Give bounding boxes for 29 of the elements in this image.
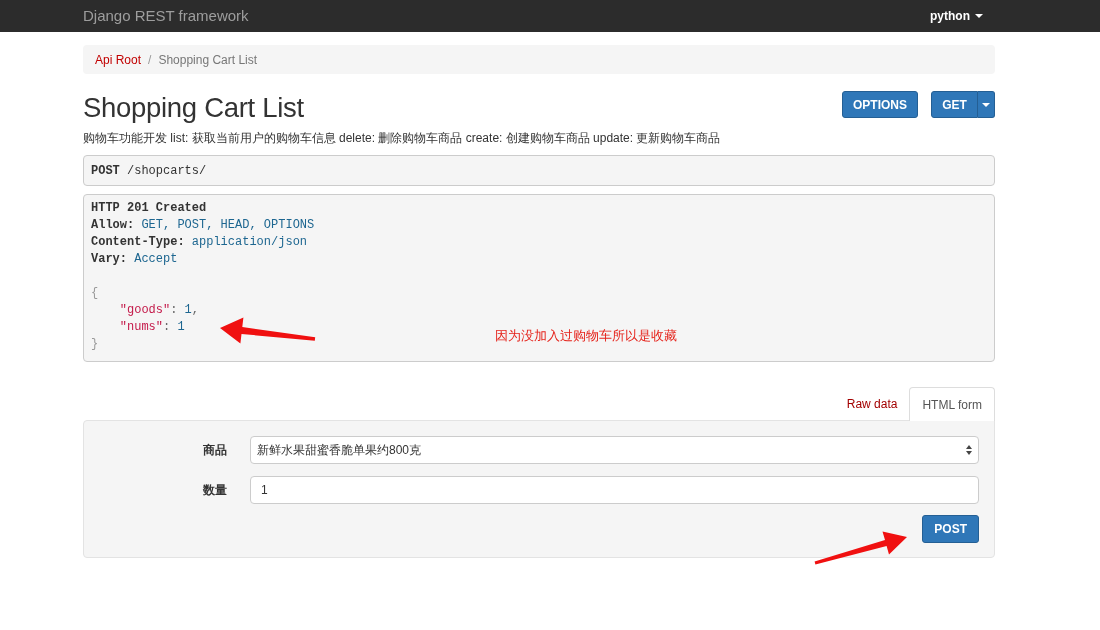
options-button[interactable]: OPTIONS: [842, 91, 918, 118]
status-line: HTTP 201 Created: [91, 200, 207, 217]
json-line: }: [91, 336, 99, 353]
header-line: Content-Type: application/json: [91, 234, 308, 251]
json-line: "nums": 1: [119, 319, 185, 336]
breadcrumb-link[interactable]: Api Root: [95, 50, 142, 69]
post-button[interactable]: POST: [922, 515, 979, 543]
header-line: Allow: GET, POST, HEAD, OPTIONS: [91, 217, 315, 234]
breadcrumb-separator: /: [147, 51, 153, 69]
page-title: Shopping Cart List: [83, 91, 304, 125]
caret-icon: [975, 14, 983, 18]
json-line: {: [91, 285, 99, 302]
tab[interactable]: Raw data: [834, 387, 910, 421]
input-field[interactable]: 1: [250, 476, 979, 504]
updown-caret-icon: [966, 445, 972, 455]
page-description: 购物车功能开发 list: 获取当前用户的购物车信息 delete: 删除购物车商品 create: 创建购物车商品 update: 更新购物车商品: [83, 130, 722, 146]
method-button[interactable]: GET: [931, 91, 978, 118]
brand-link[interactable]: Django REST framework: [83, 4, 249, 28]
dropdown-toggle[interactable]: [978, 91, 995, 118]
field-label: 商品: [203, 442, 227, 459]
annotation-note: 因为没加入过购物车所以是收藏: [495, 328, 677, 344]
field-label: 数量: [203, 482, 227, 499]
header-line: Vary: Accept: [91, 251, 178, 268]
caret-icon: [982, 102, 990, 107]
breadcrumb-current: Shopping Cart List: [158, 51, 258, 69]
user-menu[interactable]: python: [930, 7, 983, 25]
select-field[interactable]: 新鲜水果甜蜜香脆单果约800克: [250, 436, 979, 464]
tab[interactable]: HTML form: [909, 387, 995, 421]
json-line: "goods": 1,: [119, 302, 199, 319]
